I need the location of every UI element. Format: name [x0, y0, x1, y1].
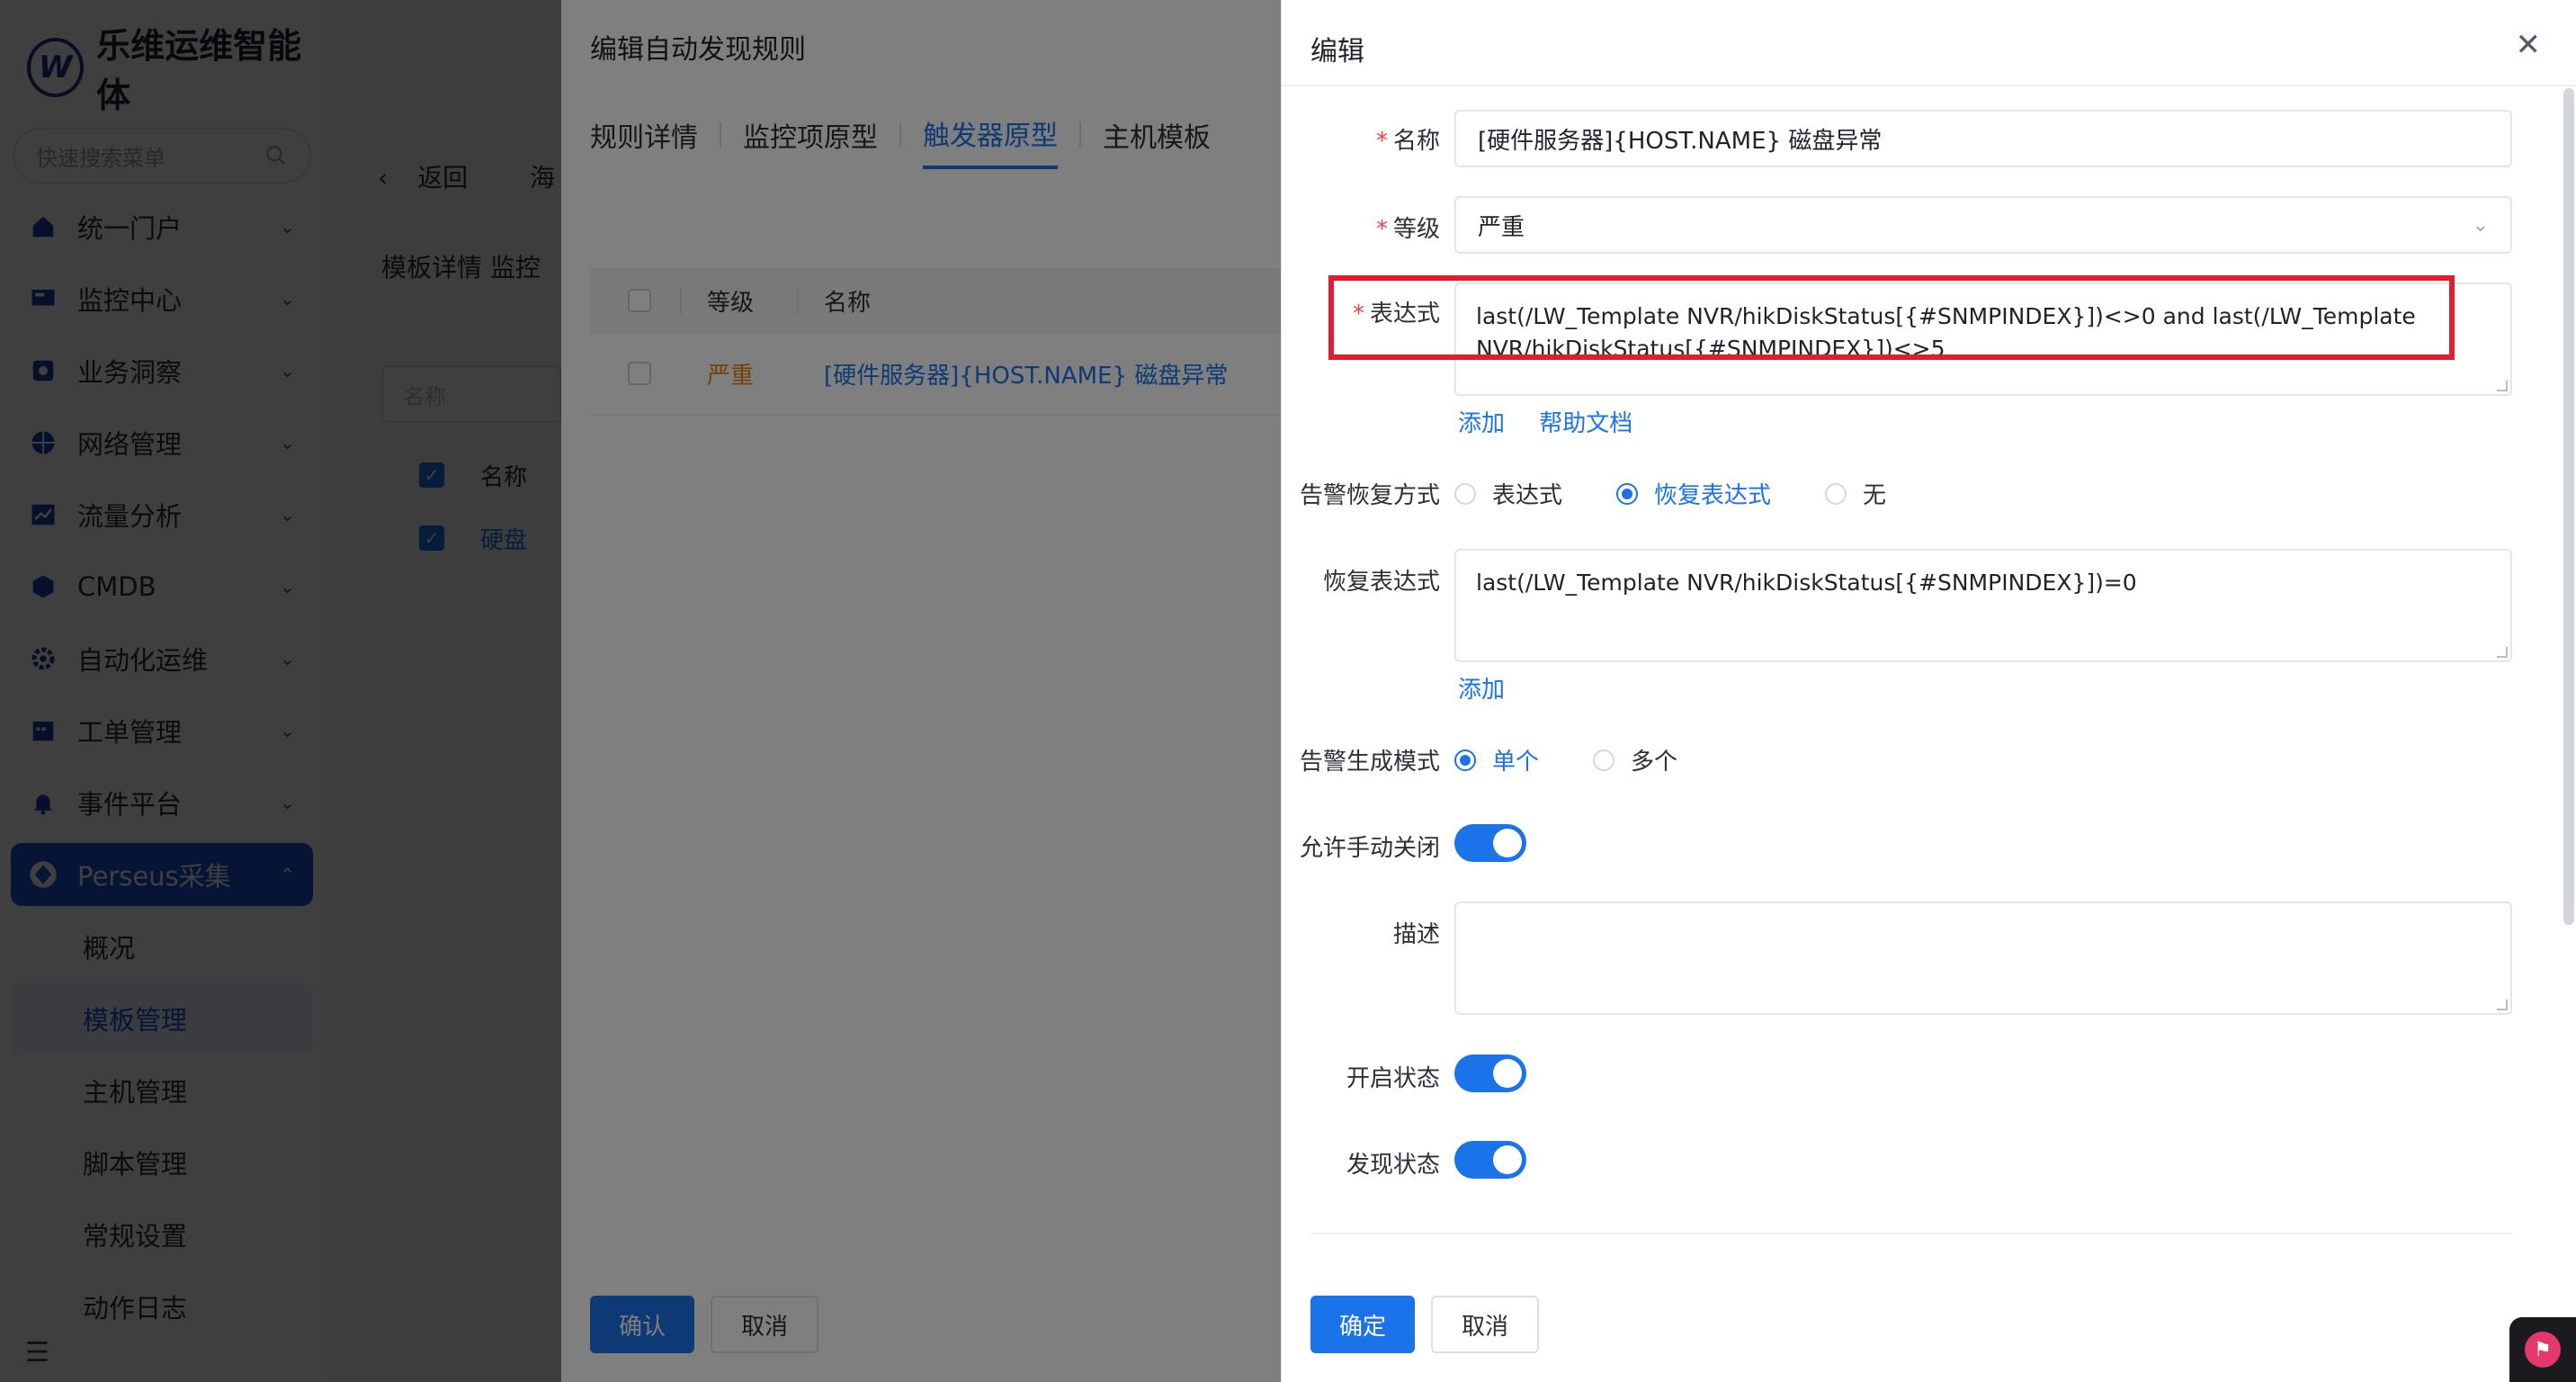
radio-label: 多个: [1631, 749, 1678, 776]
recovery-mode-radio-group: 表达式 恢复表达式 无: [1454, 477, 1940, 510]
edit-trigger-drawer: 编辑 ✕ * 名称 [硬件服务器]{HOST.NAME} 磁盘异常 * 等级 严重 …: [1281, 0, 2576, 1382]
radio-label: 表达式: [1492, 482, 1563, 509]
resize-handle[interactable]: [2497, 381, 2508, 391]
radio-none[interactable]: 无: [1825, 477, 1886, 510]
gen-mode-radio-group: 单个 多个: [1454, 743, 1731, 776]
cancel-button[interactable]: 取消: [1431, 1296, 1540, 1353]
enabled-toggle[interactable]: [1454, 1054, 1526, 1092]
recovery-mode-label: 告警恢复方式: [1299, 482, 1440, 509]
recovery-expression-label: 恢复表达式: [1322, 569, 1440, 596]
name-label-text: 名称: [1392, 128, 1440, 155]
radio-label: 恢复表达式: [1654, 482, 1772, 509]
level-select[interactable]: 严重 ⌄: [1454, 196, 2512, 254]
expression-links: 添加 帮助文档: [1458, 405, 1659, 438]
required-mark: *: [1375, 128, 1388, 155]
resize-handle[interactable]: [2497, 647, 2508, 658]
radio-circle: [1616, 482, 1639, 505]
recovery-expression-value: last(/LW_Template NVR/hikDiskStatus[{#SN…: [1476, 570, 2137, 596]
discover-label: 发现状态: [1346, 1152, 1440, 1179]
drawer-footer: 确定 取消: [1310, 1296, 1540, 1353]
annotation-highlight-box: [1328, 275, 2455, 360]
radio-circle: [1593, 749, 1615, 771]
radio-label: 单个: [1492, 749, 1540, 776]
radio-circle: [1454, 749, 1476, 771]
required-mark: *: [1375, 216, 1388, 243]
radio-single[interactable]: 单个: [1454, 743, 1539, 776]
radio-label: 无: [1863, 482, 1887, 509]
radio-expression[interactable]: 表达式: [1454, 477, 1562, 510]
description-textarea[interactable]: [1454, 902, 2512, 1015]
ok-button[interactable]: 确定: [1310, 1296, 1416, 1353]
recovery-expression-textarea[interactable]: last(/LW_Template NVR/hikDiskStatus[{#SN…: [1454, 549, 2512, 662]
drawer-title: 编辑: [1310, 36, 1364, 67]
drawer-header: 编辑 ✕: [1282, 0, 2576, 86]
chevron-down-icon: ⌄: [2472, 213, 2489, 237]
enabled-label: 开启状态: [1346, 1065, 1440, 1092]
modal-mask-secondary[interactable]: [0, 0, 1281, 1382]
add-recovery-link[interactable]: 添加: [1458, 677, 1505, 704]
scrollbar[interactable]: [2563, 88, 2574, 925]
add-expression-link[interactable]: 添加: [1458, 410, 1505, 437]
footer-divider: [1310, 1233, 2512, 1234]
radio-circle: [1454, 482, 1476, 505]
resize-handle[interactable]: [2497, 1000, 2508, 1010]
manual-close-toggle[interactable]: [1454, 824, 1526, 862]
radio-circle: [1825, 482, 1847, 505]
help-doc-link[interactable]: 帮助文档: [1539, 410, 1632, 437]
level-select-value: 严重: [1478, 213, 1525, 241]
radio-recovery-expression[interactable]: 恢复表达式: [1616, 477, 1771, 510]
close-icon[interactable]: ✕: [2516, 27, 2542, 63]
discover-toggle[interactable]: [1454, 1141, 1526, 1179]
chat-icon: ⚑: [2525, 1332, 2561, 1368]
radio-multiple[interactable]: 多个: [1593, 743, 1677, 776]
level-label: * 等级: [1296, 211, 1440, 244]
name-input[interactable]: [硬件服务器]{HOST.NAME} 磁盘异常: [1454, 110, 2512, 167]
description-label: 描述: [1392, 921, 1440, 948]
recovery-links: 添加: [1458, 671, 1532, 704]
level-label-text: 等级: [1392, 216, 1440, 243]
name-label: * 名称: [1296, 122, 1440, 156]
floating-chat-widget[interactable]: ⚑: [2509, 1317, 2576, 1382]
gen-mode-label: 告警生成模式: [1299, 749, 1440, 776]
manual-close-label: 允许手动关闭: [1299, 835, 1440, 862]
